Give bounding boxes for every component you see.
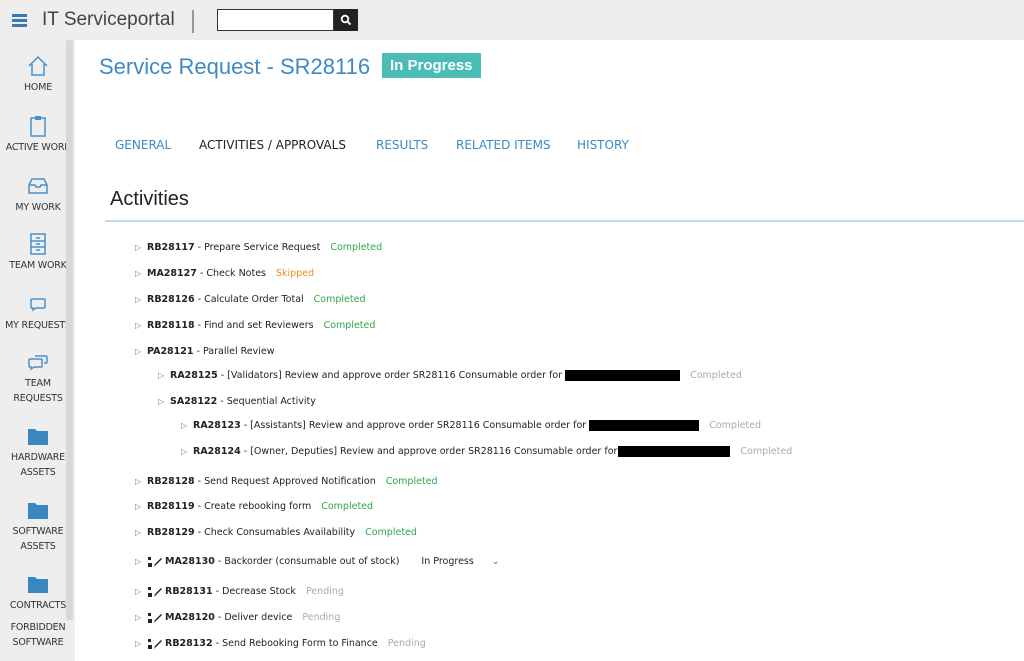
activity-status: Pending bbox=[302, 612, 341, 623]
activity-row[interactable]: ▷ RB28128 - Send Request Approved Notific… bbox=[135, 475, 438, 489]
clipboard-icon bbox=[30, 116, 46, 137]
expand-triangle-icon[interactable]: ▷ bbox=[158, 395, 170, 409]
sidebar-item-team-requests[interactable]: TEAM REQUESTS bbox=[0, 350, 76, 406]
tab-history[interactable]: HISTORY bbox=[577, 138, 629, 152]
section-divider bbox=[105, 220, 1024, 222]
expand-triangle-icon[interactable]: ▷ bbox=[158, 369, 170, 383]
activity-status: Completed bbox=[313, 294, 366, 305]
inbox-tray-icon bbox=[28, 178, 48, 194]
hamburger-menu-icon[interactable] bbox=[12, 14, 27, 27]
expand-triangle-icon[interactable]: ▷ bbox=[135, 500, 147, 514]
activity-row[interactable]: ▷ MA28127 - Check Notes Skipped bbox=[135, 267, 314, 281]
expand-triangle-icon[interactable]: ▷ bbox=[135, 585, 147, 599]
section-title: Activities bbox=[110, 188, 189, 210]
status-dropdown[interactable]: In Progress ⌄ bbox=[421, 556, 499, 567]
activity-row[interactable]: ▷ RB28129 - Check Consumables Availabilit… bbox=[135, 526, 417, 540]
chat-bubbles-icon bbox=[28, 355, 48, 371]
activity-status: Completed bbox=[740, 446, 793, 457]
tab-related-items[interactable]: RELATED ITEMS bbox=[456, 138, 551, 152]
app-title: IT Serviceportal bbox=[42, 9, 175, 30]
expand-triangle-icon[interactable]: ▷ bbox=[181, 419, 193, 433]
sidebar-item-my-work[interactable]: MY WORK bbox=[0, 174, 76, 215]
activity-row[interactable]: ▷ RA28124 - [Owner, Deputies] Review and … bbox=[181, 445, 792, 459]
folder-icon bbox=[28, 429, 48, 445]
activity-row[interactable]: ▷ RB28131 - Decrease Stock Pending bbox=[135, 585, 344, 599]
activity-status: Completed bbox=[330, 242, 383, 253]
activity-row[interactable]: ▷ RB28132 - Send Rebooking Form to Financ… bbox=[135, 637, 426, 651]
folder-icon bbox=[28, 503, 48, 519]
expand-triangle-icon[interactable]: ▷ bbox=[135, 475, 147, 489]
folder-icon bbox=[28, 577, 48, 593]
activity-status: Completed bbox=[385, 476, 438, 487]
sidebar-item-my-requests[interactable]: MY REQUESTS bbox=[0, 292, 76, 333]
file-cabinet-icon bbox=[30, 233, 46, 255]
activity-row[interactable]: ▷ RB28119 - Create rebooking form Complete… bbox=[135, 500, 373, 514]
expand-triangle-icon[interactable]: ▷ bbox=[135, 526, 147, 540]
search-icon bbox=[340, 14, 352, 26]
chevron-down-icon: ⌄ bbox=[491, 557, 500, 567]
activity-status: Completed bbox=[709, 420, 762, 431]
activity-row[interactable]: ▷ RB28126 - Calculate Order Total Complete… bbox=[135, 293, 366, 307]
tab-activities-approvals[interactable]: ACTIVITIES / APPROVALS bbox=[199, 138, 346, 152]
edit-activity-icon bbox=[148, 556, 162, 567]
activity-row[interactable]: ▷ RA28125 - [Validators] Review and appro… bbox=[158, 369, 742, 383]
expand-triangle-icon[interactable]: ▷ bbox=[135, 555, 147, 569]
expand-triangle-icon[interactable]: ▷ bbox=[135, 267, 147, 281]
activity-row[interactable]: ▷ MA28130 - Backorder (consumable out of … bbox=[135, 555, 499, 569]
expand-triangle-icon[interactable]: ▷ bbox=[135, 293, 147, 307]
tab-general[interactable]: GENERAL bbox=[115, 138, 171, 152]
edit-activity-icon bbox=[148, 638, 162, 649]
activity-status: Completed bbox=[690, 370, 742, 381]
activity-status: Completed bbox=[323, 320, 376, 331]
main-content: Service Request - SR28116 In Progress GE… bbox=[75, 40, 1024, 661]
sidebar-item-contracts[interactable]: CONTRACTS bbox=[0, 572, 76, 613]
activity-status: Completed bbox=[365, 527, 417, 538]
sidebar-item-software-assets[interactable]: SOFTWARE ASSETS bbox=[0, 498, 76, 554]
edit-activity-icon bbox=[148, 612, 162, 623]
expand-triangle-icon[interactable]: ▷ bbox=[135, 319, 147, 333]
home-icon bbox=[28, 55, 48, 76]
expand-triangle-icon[interactable]: ▷ bbox=[135, 637, 147, 651]
status-badge: In Progress bbox=[382, 53, 481, 78]
activity-row[interactable]: ▷ RB28118 - Find and set Reviewers Complet… bbox=[135, 319, 375, 333]
expand-triangle-icon[interactable]: ▷ bbox=[135, 611, 147, 625]
activity-row[interactable]: ▷ RB28117 - Prepare Service Request Comple… bbox=[135, 241, 382, 255]
sidebar-scrollbar[interactable] bbox=[66, 40, 73, 620]
activity-row[interactable]: ▷ MA28120 - Deliver device Pending bbox=[135, 611, 340, 625]
sidebar-item-active-work[interactable]: ACTIVE WORK bbox=[0, 114, 76, 155]
page-title: Service Request - SR28116 bbox=[99, 54, 371, 79]
activity-row[interactable]: ▷ PA28121 - Parallel Review bbox=[135, 345, 275, 359]
expand-triangle-icon[interactable]: ▷ bbox=[181, 445, 193, 459]
activity-status: Skipped bbox=[276, 268, 315, 279]
activity-status: Pending bbox=[387, 638, 426, 649]
redacted-block bbox=[618, 446, 731, 457]
activity-status: Completed bbox=[321, 501, 374, 512]
sidebar-item-hardware-assets[interactable]: HARDWARE ASSETS bbox=[0, 424, 76, 480]
expand-triangle-icon[interactable]: ▷ bbox=[135, 241, 147, 255]
sidebar: HOME ACTIVE WORK MY WORK TEAM WORK MY RE… bbox=[0, 40, 75, 661]
expand-triangle-icon[interactable]: ▷ bbox=[135, 345, 147, 359]
redacted-block bbox=[589, 420, 700, 431]
top-bar: IT Serviceportal bbox=[0, 0, 1024, 40]
title-separator bbox=[192, 10, 194, 33]
edit-activity-icon bbox=[148, 586, 162, 597]
sidebar-item-home[interactable]: HOME bbox=[0, 54, 76, 95]
chat-bubble-icon bbox=[30, 298, 46, 312]
redacted-block bbox=[565, 370, 681, 381]
activity-row[interactable]: ▷ RA28123 - [Assistants] Review and appro… bbox=[181, 419, 761, 433]
search-button[interactable] bbox=[334, 9, 358, 31]
sidebar-item-team-work[interactable]: TEAM WORK bbox=[0, 232, 76, 273]
search-input[interactable] bbox=[217, 9, 334, 31]
sidebar-item-forbidden-software[interactable]: FORBIDDEN SOFTWARE bbox=[0, 620, 76, 650]
activity-row[interactable]: ▷ SA28122 - Sequential Activity bbox=[158, 395, 316, 409]
tab-results[interactable]: RESULTS bbox=[376, 138, 428, 152]
activity-status: Pending bbox=[305, 586, 344, 597]
